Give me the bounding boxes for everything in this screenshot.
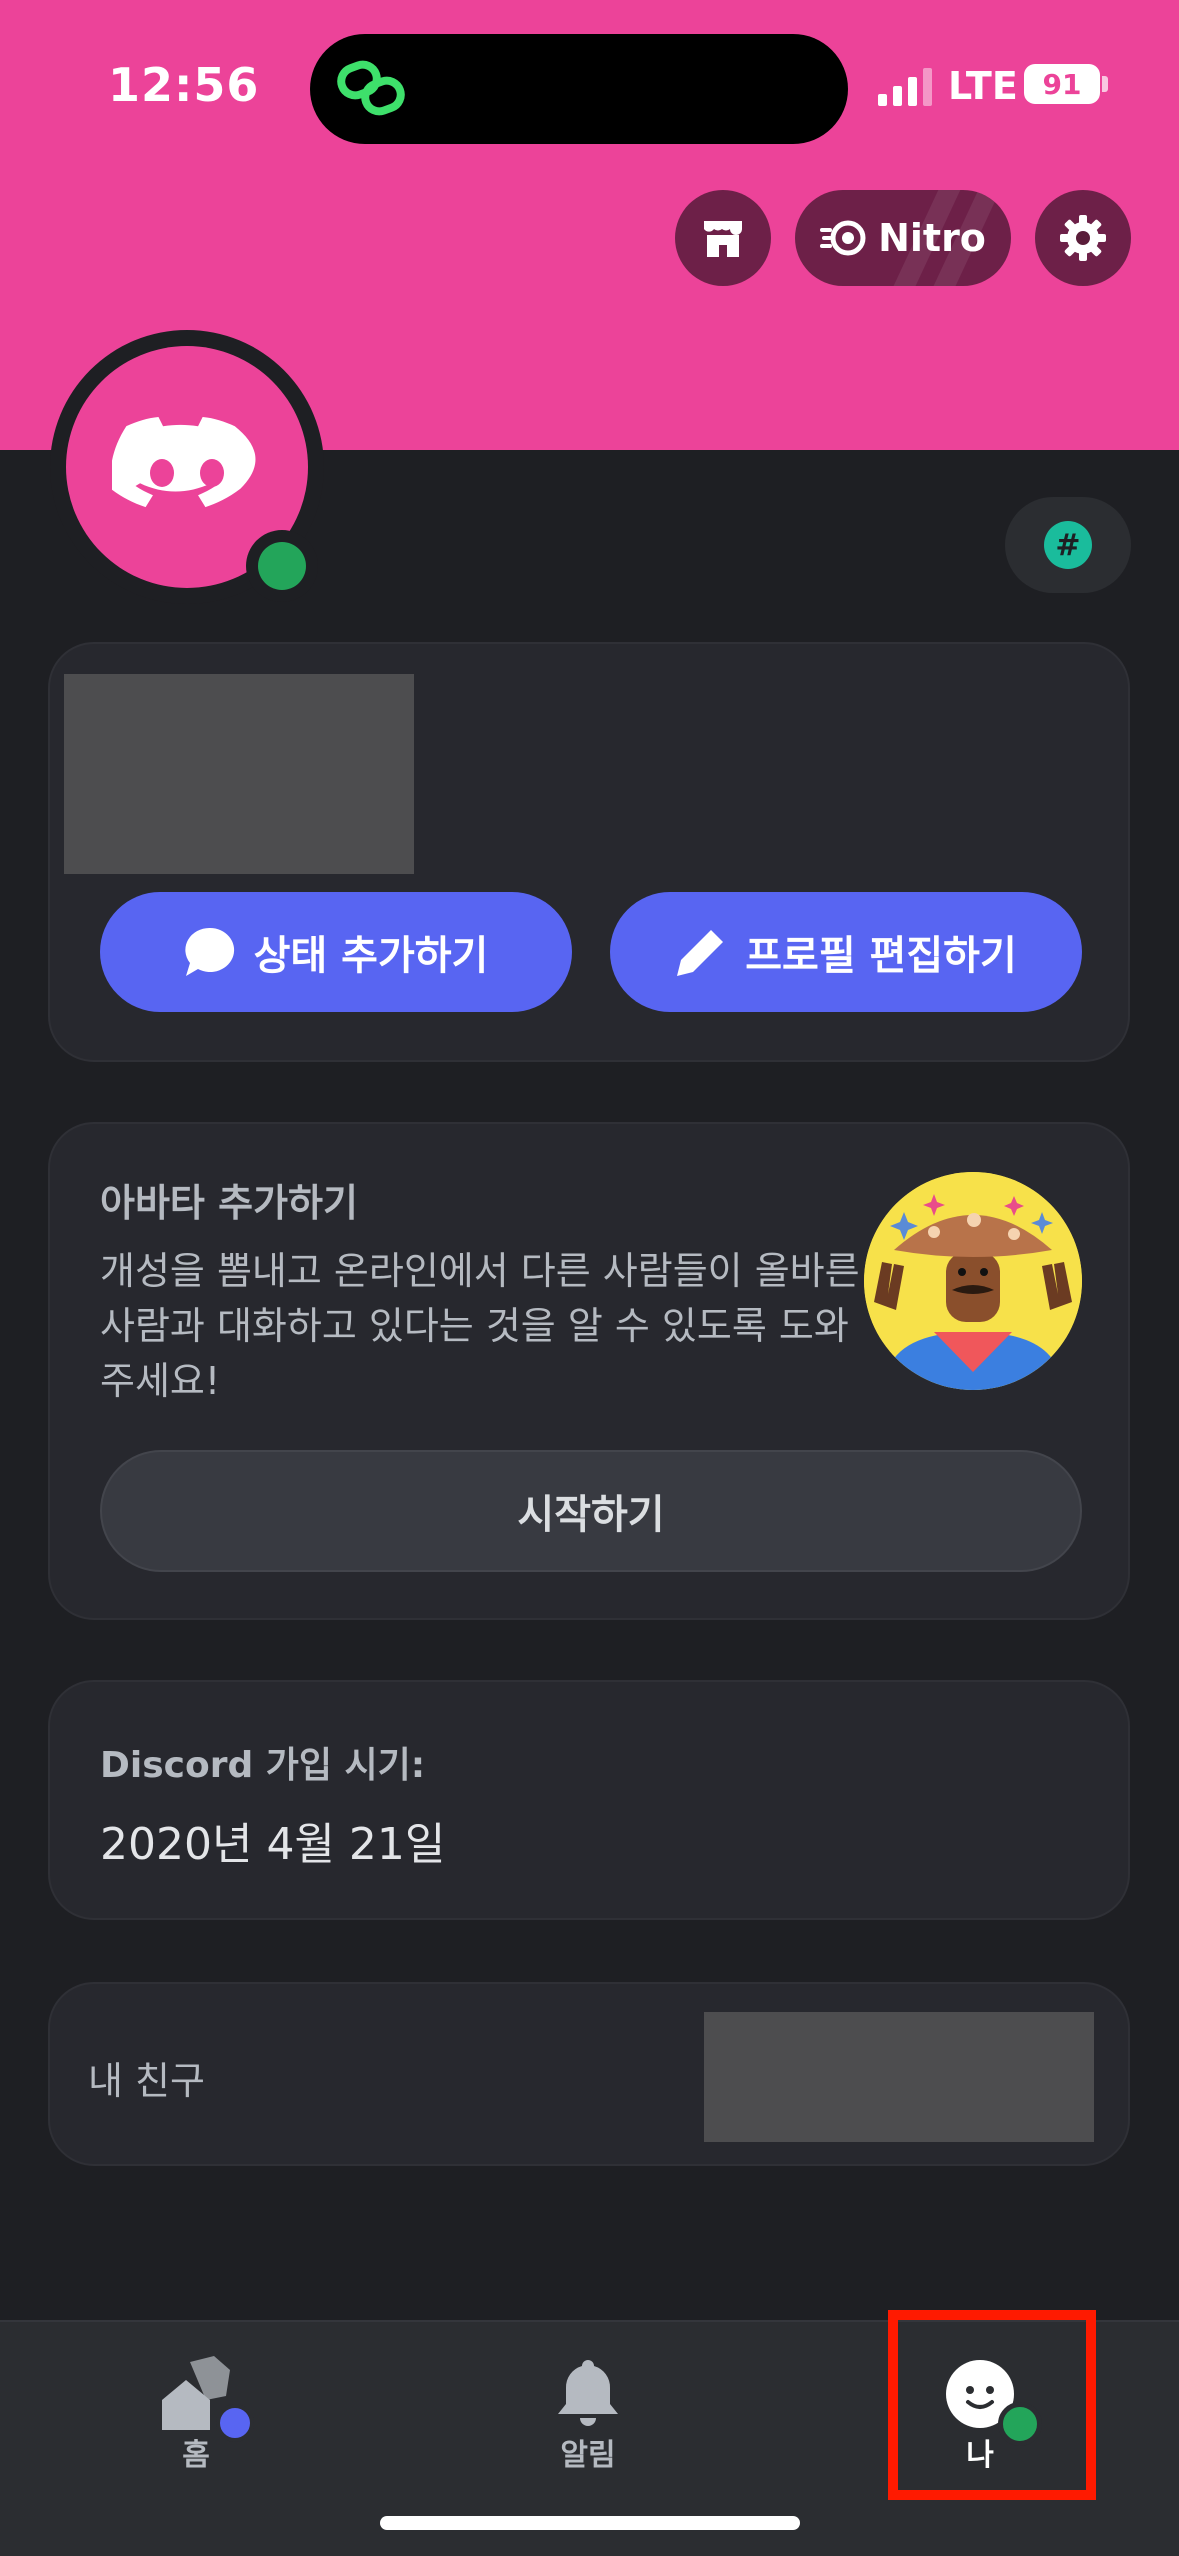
add-status-button[interactable]: 상태 추가하기: [100, 892, 572, 1012]
redacted-username: [64, 674, 414, 874]
mushroom-avatar-illustration: [864, 1172, 1082, 1390]
start-label: 시작하기: [517, 1492, 665, 1538]
battery-level: 91: [1042, 68, 1082, 101]
battery-icon: 91: [1024, 64, 1100, 104]
shop-icon: [704, 221, 742, 257]
redacted-friends-avatars: [704, 2012, 1094, 2142]
edit-profile-label: 프로필 편집하기: [745, 933, 1017, 979]
tab-home-label: 홈: [182, 2438, 210, 2473]
pencil-icon: [677, 930, 724, 976]
nitro-button[interactable]: Nitro: [795, 190, 1011, 286]
tab-me-highlight: [888, 2310, 1096, 2500]
tag-button[interactable]: #: [1005, 497, 1131, 593]
profile-screen: 12:56 LTE 91 Nitro # 상태 추가하기 프로필 편집하기 아바…: [0, 0, 1179, 2556]
profile-card: 상태 추가하기 프로필 편집하기: [48, 642, 1130, 1062]
tab-home[interactable]: 홈: [96, 2322, 296, 2482]
settings-button[interactable]: [1035, 190, 1131, 286]
battery-cap: [1102, 76, 1108, 92]
friends-card[interactable]: 내 친구: [48, 1982, 1130, 2166]
hashtag-icon: #: [1044, 521, 1092, 569]
nitro-label: Nitro: [878, 216, 986, 260]
status-time: 12:56: [108, 58, 260, 112]
discord-logo-icon: [112, 417, 256, 508]
start-button[interactable]: 시작하기: [100, 1450, 1082, 1572]
add-avatar-card: 아바타 추가하기 개성을 뽐내고 온라인에서 다른 사람들이 올바른 사람과 대…: [48, 1122, 1130, 1620]
friends-label: 내 친구: [88, 2059, 205, 2103]
status-bar: 12:56 LTE 91: [0, 0, 1179, 170]
nitro-icon: [820, 220, 866, 256]
add-avatar-title: 아바타 추가하기: [100, 1181, 358, 1225]
network-type: LTE: [948, 64, 1018, 108]
gear-icon: [1060, 215, 1106, 261]
bell-icon: [558, 2360, 618, 2426]
home-indicator[interactable]: [380, 2516, 800, 2530]
joined-date-card: Discord 가입 시기: 2020년 4월 21일: [48, 1680, 1130, 1920]
joined-label: Discord 가입 시기:: [100, 1745, 426, 1786]
add-status-label: 상태 추가하기: [253, 933, 489, 979]
tab-notifications[interactable]: 알림: [488, 2322, 688, 2482]
online-status-indicator: [246, 530, 318, 602]
tab-notifications-label: 알림: [560, 2438, 616, 2473]
add-avatar-description: 개성을 뽐내고 온라인에서 다른 사람들이 올바른 사람과 대화하고 있다는 것…: [100, 1249, 860, 1403]
speech-bubble-icon: [184, 927, 234, 976]
shop-button[interactable]: [675, 190, 771, 286]
edit-profile-button[interactable]: 프로필 편집하기: [610, 892, 1082, 1012]
signal-icon: [878, 68, 932, 106]
joined-date: 2020년 4월 21일: [100, 1819, 446, 1870]
link-icon: [337, 60, 405, 116]
